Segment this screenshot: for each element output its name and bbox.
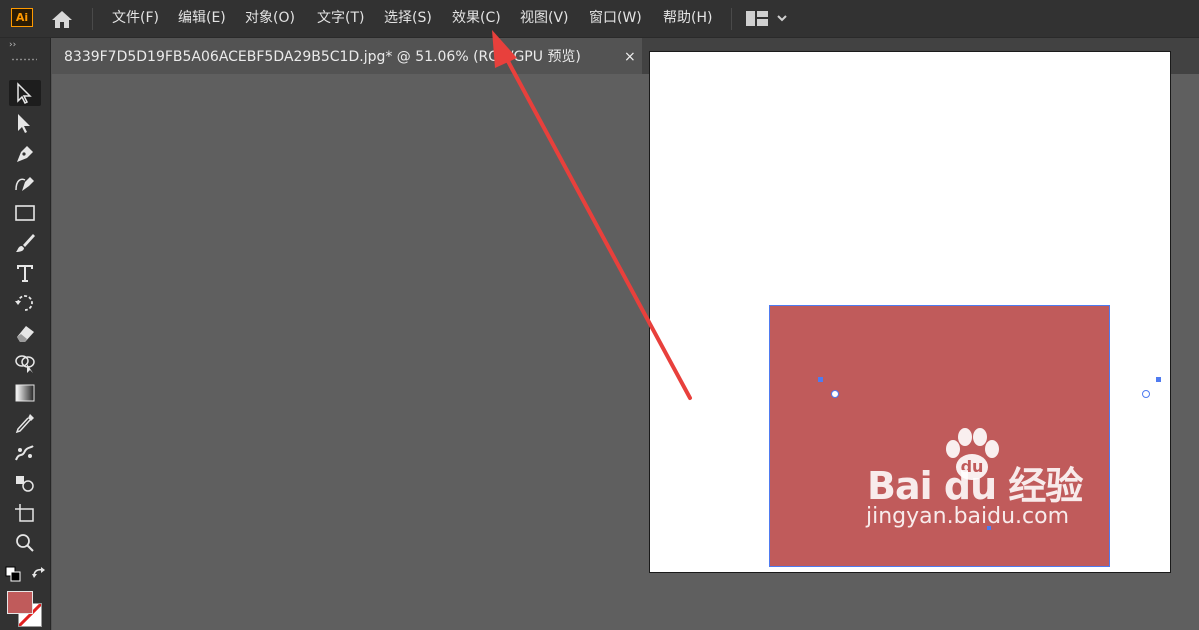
paintbrush-tool-icon — [16, 234, 35, 252]
menu-help[interactable]: 帮助(H) — [663, 0, 712, 37]
direct-selection-tool[interactable] — [9, 110, 41, 136]
default-fill-stroke-icon[interactable] — [5, 566, 23, 582]
collapse-panel-button[interactable]: ›› — [9, 38, 16, 52]
rectangle-tool-icon — [15, 205, 35, 221]
artboard-tool[interactable] — [9, 500, 41, 526]
gradient-tool[interactable] — [9, 380, 41, 406]
menu-select[interactable]: 选择(S) — [384, 0, 432, 37]
pen-tool[interactable] — [9, 140, 41, 166]
rotate-tool[interactable] — [9, 290, 41, 316]
menu-object[interactable]: 对象(O) — [245, 0, 295, 37]
watermark-brand: Bai du 经验 — [867, 464, 1083, 508]
type-tool[interactable] — [9, 260, 41, 286]
fill-swatch[interactable] — [7, 591, 33, 614]
puppet-warp-tool-icon — [15, 445, 34, 461]
menu-separator — [92, 8, 93, 30]
menu-separator — [731, 8, 732, 30]
menu-view[interactable]: 视图(V) — [520, 0, 569, 37]
rectangle-tool[interactable] — [9, 200, 41, 226]
zoom-tool[interactable] — [9, 530, 41, 556]
direct-selection-tool-icon — [18, 114, 30, 133]
document-tab[interactable]: 8339F7D5D19FB5A06ACEBF5DA29B5C1D.jpg* @ … — [52, 38, 642, 74]
app-logo[interactable]: Ai — [11, 8, 33, 27]
pen-tool-icon — [17, 146, 33, 162]
artboard-tool-icon — [15, 504, 34, 522]
gradient-tool-icon — [15, 384, 35, 402]
eyedropper-tool-icon — [15, 414, 34, 434]
menu-bar: Ai 文件(F) 编辑(E) 对象(O) 文字(T) 选择(S) 效果(C) 视… — [0, 0, 1199, 38]
eraser-tool[interactable] — [9, 320, 41, 346]
selection-tool-icon — [17, 82, 32, 104]
eraser-tool-icon — [17, 326, 34, 342]
document-tab-title: 8339F7D5D19FB5A06ACEBF5DA29B5C1D.jpg* @ … — [64, 49, 581, 65]
close-icon[interactable]: × — [624, 38, 636, 76]
eyedropper-tool[interactable] — [9, 410, 41, 436]
symbol-sprayer-tool-icon — [16, 476, 34, 492]
anchor-point[interactable] — [1156, 377, 1161, 382]
workspace-switcher-icon[interactable] — [746, 11, 768, 26]
watermark-url: jingyan.baidu.com — [866, 504, 1070, 529]
home-icon[interactable] — [50, 9, 74, 29]
menu-effect[interactable]: 效果(C) — [452, 0, 501, 37]
zoom-tool-icon — [16, 534, 34, 552]
symbol-sprayer-tool[interactable] — [9, 470, 41, 496]
shape-builder-tool-icon — [15, 355, 35, 373]
swap-fill-stroke-icon[interactable] — [31, 566, 47, 582]
menu-type[interactable]: 文字(T) — [317, 0, 364, 37]
anchor-point[interactable] — [818, 377, 823, 382]
puppet-warp-tool[interactable] — [9, 440, 41, 466]
menu-edit[interactable]: 编辑(E) — [178, 0, 226, 37]
menu-window[interactable]: 窗口(W) — [589, 0, 642, 37]
rotate-tool-icon — [15, 295, 33, 311]
corner-widget[interactable] — [1142, 390, 1150, 398]
shape-builder-tool[interactable] — [9, 350, 41, 376]
menu-file[interactable]: 文件(F) — [112, 0, 159, 37]
curvature-tool[interactable] — [9, 170, 41, 196]
paintbrush-tool[interactable] — [9, 230, 41, 256]
panel-grip[interactable] — [11, 58, 37, 61]
chevron-down-icon[interactable] — [776, 13, 788, 23]
corner-widget[interactable] — [831, 390, 839, 398]
curvature-tool-icon — [15, 177, 34, 191]
type-tool-icon — [17, 265, 33, 282]
tools-panel: ›› — [0, 38, 51, 630]
selection-tool[interactable] — [9, 80, 41, 106]
